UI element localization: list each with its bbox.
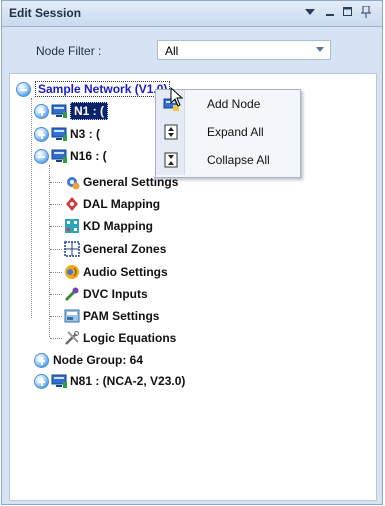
keypad-icon	[65, 219, 79, 233]
network-node-icon	[51, 127, 67, 141]
tree-connector	[50, 316, 62, 317]
tree-connector	[49, 165, 50, 337]
item-label: Logic Equations	[83, 331, 177, 345]
tree-connector	[50, 272, 62, 273]
item-label: DAL Mapping	[83, 197, 161, 211]
node-group-label: Node Group: 64	[53, 353, 144, 367]
node-label-n3: N3 : (	[70, 127, 100, 141]
network-node-icon	[51, 374, 67, 388]
menu-item-label: Collapse All	[207, 153, 270, 167]
tree-item-general-zones[interactable]: General Zones	[62, 239, 166, 259]
minimize-icon[interactable]	[322, 4, 338, 20]
tree-item-pam-settings[interactable]: PAM Settings	[62, 306, 159, 326]
tree-item-audio-settings[interactable]: Audio Settings	[62, 262, 168, 282]
root-label: Sample Network (V1.0)	[35, 81, 171, 97]
menu-item-expand-all[interactable]: Expand All	[156, 119, 298, 145]
menu-item-collapse-all[interactable]: Collapse All	[156, 147, 298, 173]
zones-icon	[64, 241, 80, 257]
collapse-toggle-icon[interactable]	[16, 81, 31, 97]
menu-item-label: Add Node	[207, 97, 261, 111]
collapse-all-icon	[164, 152, 178, 168]
tree-node-n16[interactable]: N16 : (	[34, 146, 107, 166]
expand-toggle-icon[interactable]	[34, 373, 49, 389]
title-bar: Edit Session	[2, 1, 382, 27]
tree-connector	[50, 226, 62, 227]
expand-toggle-icon[interactable]	[34, 352, 49, 368]
mouse-cursor-icon	[170, 87, 184, 107]
tree-node-group[interactable]: Node Group: 64	[34, 350, 143, 370]
tree-root[interactable]: Sample Network (V1.0)	[16, 79, 171, 99]
chevron-down-icon	[316, 47, 324, 52]
tools-icon	[65, 331, 79, 345]
node-label-n16: N16 : (	[70, 149, 107, 163]
node-label-n81: N81 : (NCA-2, V23.0)	[70, 374, 186, 388]
tree-item-dal-mapping[interactable]: DAL Mapping	[62, 194, 160, 214]
node-filter-label: Node Filter :	[36, 44, 102, 58]
item-label: DVC Inputs	[83, 287, 148, 301]
microphone-icon	[64, 287, 79, 302]
pin-icon[interactable]	[358, 4, 374, 20]
tree-item-dvc-inputs[interactable]: DVC Inputs	[62, 284, 148, 304]
expand-toggle-icon[interactable]	[34, 103, 49, 119]
pam-icon	[64, 309, 80, 323]
item-label: General Zones	[83, 242, 167, 256]
filter-bar: Node Filter : All	[2, 27, 382, 67]
expand-toggle-icon[interactable]	[34, 126, 49, 142]
item-label: PAM Settings	[83, 309, 160, 323]
gear-icon	[67, 177, 80, 190]
menu-item-label: Expand All	[207, 125, 264, 139]
item-label: Audio Settings	[83, 265, 168, 279]
edit-session-panel: Edit Session Node Filter : All Sample Ne…	[1, 0, 383, 505]
network-node-icon	[51, 149, 67, 163]
node-filter-value: All	[165, 44, 179, 58]
tree-item-kd-mapping[interactable]: KD Mapping	[62, 216, 153, 236]
maximize-icon[interactable]	[340, 4, 356, 20]
tree-node-n3[interactable]: N3 : (	[34, 124, 100, 144]
expand-all-icon	[164, 124, 178, 140]
tree-connector	[50, 249, 62, 250]
item-label: KD Mapping	[83, 219, 153, 233]
collapse-toggle-icon[interactable]	[34, 148, 49, 164]
tree-item-logic-equations[interactable]: Logic Equations	[62, 328, 176, 348]
network-node-icon	[51, 104, 67, 118]
node-label-n1: N1 : (	[70, 102, 108, 120]
tree-node-n1[interactable]: N1 : (	[34, 101, 108, 121]
tree-connector	[31, 98, 32, 318]
node-filter-select[interactable]: All	[157, 40, 331, 60]
tree-connector	[50, 294, 62, 295]
tree-connector	[50, 182, 62, 183]
tree-connector	[50, 338, 62, 339]
panel-title: Edit Session	[9, 6, 82, 20]
tree-connector	[50, 204, 62, 205]
tree-node-n81[interactable]: N81 : (NCA-2, V23.0)	[34, 371, 185, 391]
map-pin-icon	[66, 197, 78, 211]
audio-icon	[65, 265, 79, 279]
dropdown-arrow-icon[interactable]	[302, 4, 318, 20]
